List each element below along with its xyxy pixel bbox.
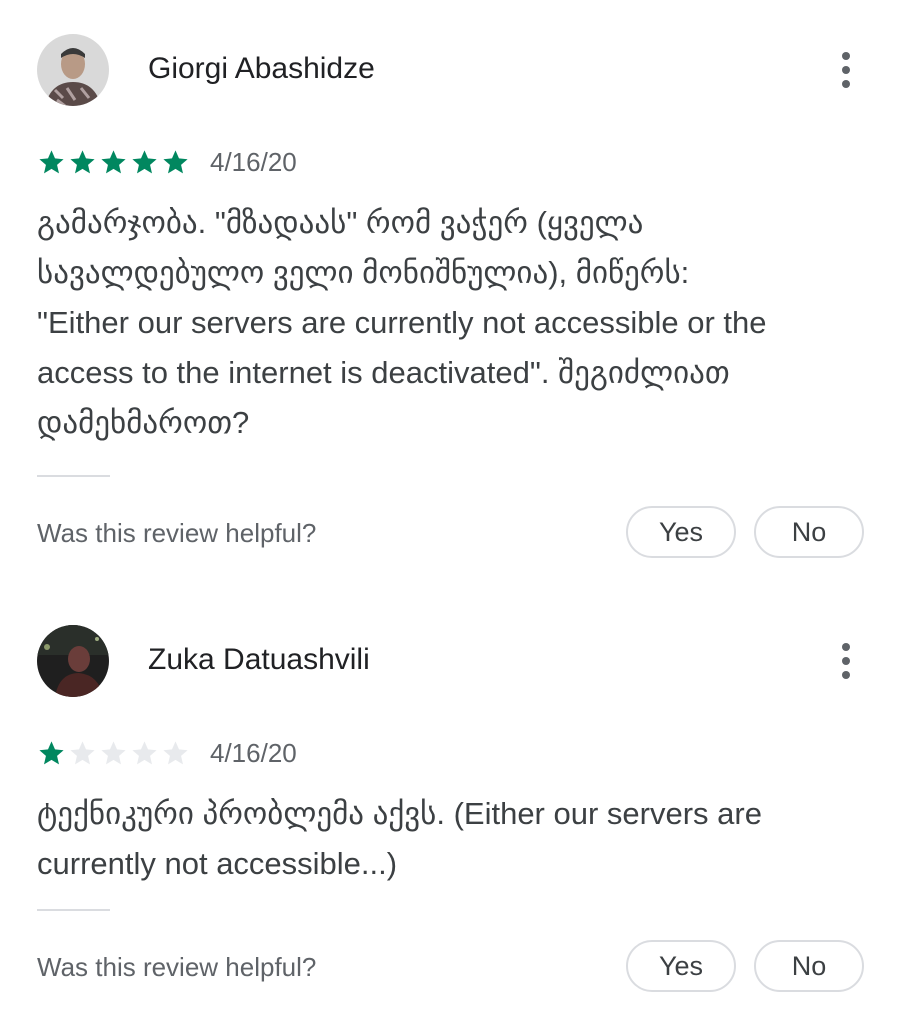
avatar[interactable] [37,34,109,106]
review-text-line: "Either our servers are currently not ac… [37,305,767,340]
star-empty-icon [70,740,95,764]
star-rating [37,739,190,768]
avatar-photo [37,34,109,106]
review-text: ტექნიკური პრობლემა აქვს. (Either our ser… [37,789,867,889]
review-text-line: currently not accessible...) [37,846,398,881]
review-date: 4/16/20 [210,737,297,768]
avatar-photo [37,625,109,697]
star-filled-icon [132,149,157,173]
star-empty-icon [101,740,126,764]
review-text-line: access to the internet is deactivated". … [37,355,730,390]
helpful-question: Was this review helpful? [37,952,317,982]
star-filled-icon [39,740,64,764]
more-vert-icon-dot [842,80,850,88]
helpful-question: Was this review helpful? [37,518,317,548]
star-filled-icon [39,149,64,173]
review-text: გამარჯობა. "მზადაას" რომ ვაჭერ (ყველა სა… [37,198,867,448]
helpful-no-button[interactable]: No [754,940,864,992]
divider [37,475,110,477]
more-vert-icon-dot [842,66,850,74]
star-empty-icon [163,740,188,764]
helpful-no-button[interactable]: No [754,506,864,558]
helpful-yes-button[interactable]: Yes [626,506,736,558]
more-options-button[interactable] [826,637,866,685]
review-text-line: დამეხმაროთ? [37,405,250,440]
more-vert-icon [842,643,850,651]
review-author: Zuka Datuashvili [148,643,370,676]
divider [37,909,110,911]
star-empty-icon [132,740,157,764]
review-text-line: გამარჯობა. "მზადაას" რომ ვაჭერ (ყველა [37,205,644,240]
review-text-line: სავალდებულო ველი მონიშნულია), მიწერს: [37,255,690,290]
avatar[interactable] [37,625,109,697]
rating-row: 4/16/20 [37,737,297,769]
star-rating [37,148,190,177]
review-date: 4/16/20 [210,146,297,177]
review-text-line: ტექნიკური პრობლემა აქვს. (Either our ser… [37,796,762,831]
star-filled-icon [101,149,126,173]
star-filled-icon [163,149,188,173]
helpful-yes-button[interactable]: Yes [626,940,736,992]
more-vert-icon-dot [842,657,850,665]
more-options-button[interactable] [826,46,866,94]
star-filled-icon [70,149,95,173]
rating-row: 4/16/20 [37,146,297,178]
review-author: Giorgi Abashidze [148,52,375,85]
more-vert-icon [842,52,850,60]
more-vert-icon-dot [842,671,850,679]
